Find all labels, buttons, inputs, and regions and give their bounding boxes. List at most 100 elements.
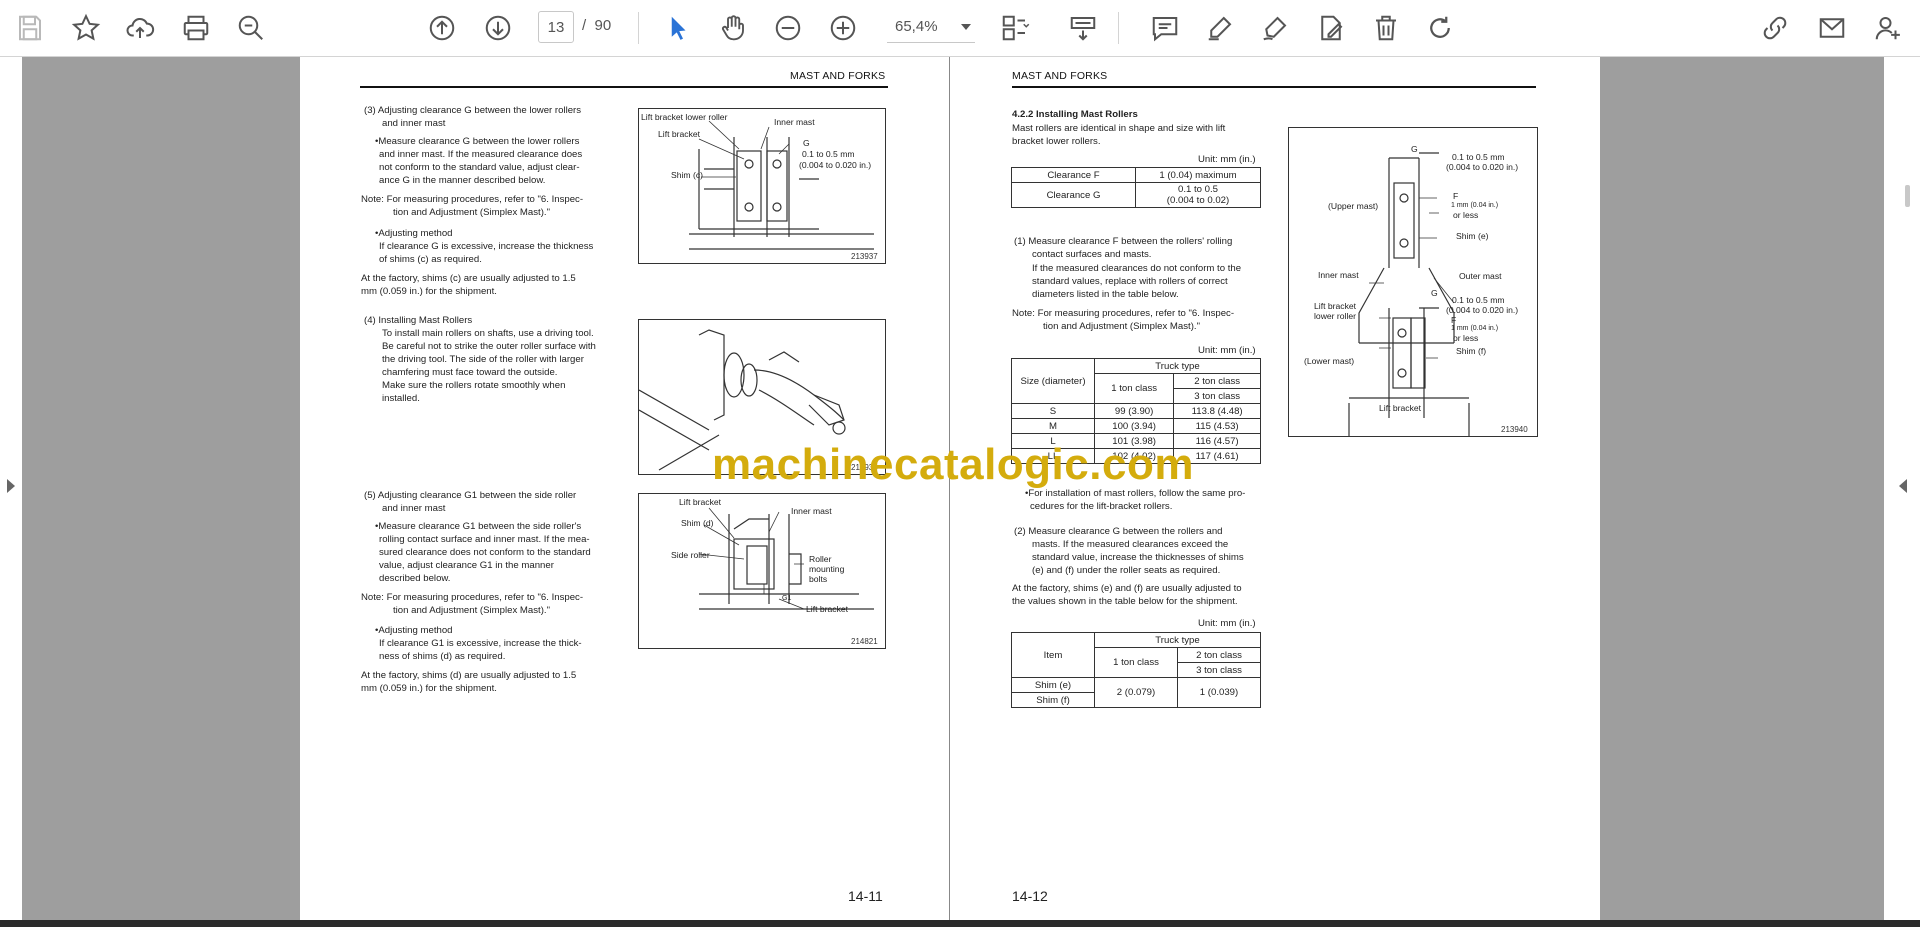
- section-5-adjust-line: ness of shims (d) as required.: [379, 651, 506, 662]
- watermark: machinecatalogic.com: [712, 440, 1194, 489]
- table-header: 3 ton class: [1173, 388, 1261, 404]
- page-total-value: 90: [594, 17, 612, 34]
- toolbar: 13 / 90 65,4%: [0, 0, 1920, 57]
- factory-line: At the factory, shims (e) and (f) are us…: [1012, 583, 1242, 594]
- edit-pdf-icon[interactable]: [1311, 8, 1351, 48]
- table-header: 3 ton class: [1177, 662, 1261, 678]
- label-outer-mast: Outer mast: [1459, 271, 1502, 281]
- previous-page-arrow-icon[interactable]: [7, 479, 15, 493]
- share-link-icon[interactable]: [1755, 8, 1795, 48]
- label-side-roller: Side roller: [671, 550, 710, 560]
- label-g-2: G: [1431, 288, 1438, 298]
- label-upper-mast: (Upper mast): [1328, 201, 1379, 211]
- label-inner-mast: Inner mast: [1318, 270, 1359, 280]
- table-cell: 99 (3.90): [1093, 403, 1175, 419]
- chevron-down-icon: [961, 24, 971, 30]
- page-layout-icon[interactable]: [995, 8, 1035, 48]
- label-inner-mast: Inner mast: [791, 506, 832, 516]
- clearance-table: Clearance F1 (0.04) maximum Clearance G0…: [1011, 167, 1261, 208]
- table-cell: 0.1 to 0.5 (0.004 to 0.02): [1135, 182, 1261, 208]
- comment-icon[interactable]: [1145, 8, 1185, 48]
- zoom-out-icon[interactable]: [768, 8, 808, 48]
- step-2-line: standard value, increase the thicknesses…: [1032, 552, 1244, 563]
- star-icon[interactable]: [66, 8, 106, 48]
- label-lift-bracket: Lift bracket: [1314, 301, 1357, 311]
- table-cell: 100 (3.94): [1093, 418, 1175, 434]
- table-cell: 2 (0.079): [1094, 677, 1178, 708]
- section-3-line: ance G in the manner described below.: [379, 175, 546, 186]
- label-clearance-mm-2: 0.1 to 0.5 mm: [1452, 295, 1505, 305]
- section-3-title-2: and inner mast: [382, 118, 446, 129]
- section-3-bullet: •Measure clearance G between the lower r…: [375, 136, 580, 147]
- section-3-note: Note: For measuring procedures, refer to…: [361, 194, 584, 205]
- print-icon[interactable]: [176, 8, 216, 48]
- section-5-line: described below.: [379, 573, 451, 584]
- page-up-icon[interactable]: [422, 8, 462, 48]
- section-3-factory: At the factory, shims (c) are usually ad…: [361, 273, 576, 284]
- page-total: / 90: [582, 17, 611, 34]
- step-1-line: diameters listed in the table below.: [1032, 289, 1179, 300]
- step-2-line: masts. If the measured clearances exceed…: [1032, 539, 1229, 550]
- page-number-input[interactable]: 13: [538, 11, 574, 43]
- table-cell: Shim (f): [1011, 692, 1095, 708]
- figure-number: 213940: [1501, 425, 1528, 434]
- label-bolts: bolts: [809, 574, 828, 584]
- next-page-arrow-icon[interactable]: [1899, 479, 1907, 493]
- section-title: 4.2.2 Installing Mast Rollers: [1012, 109, 1138, 120]
- page-header: MAST AND FORKS: [790, 70, 886, 82]
- table-cell: 1 (0.04) maximum: [1135, 167, 1261, 183]
- zoom-in-icon[interactable]: [823, 8, 863, 48]
- scroll-mode-icon[interactable]: [1063, 8, 1103, 48]
- section-5-note-2: tion and Adjustment (Simplex Mast).": [393, 605, 550, 616]
- table-cell: 113.8 (4.48): [1173, 403, 1261, 419]
- section-4-line: the driving tool. The side of the roller…: [382, 354, 584, 365]
- unit-label: Unit: mm (in.): [1198, 345, 1256, 356]
- hand-tool-icon[interactable]: [713, 8, 753, 48]
- select-cursor-icon[interactable]: [658, 8, 698, 48]
- table-row: M 100 (3.94) 115 (4.53): [1011, 418, 1261, 434]
- cell-line: 0.1 to 0.5: [1177, 184, 1218, 195]
- vertical-scrollbar-thumb[interactable]: [1905, 185, 1910, 207]
- left-gutter: [0, 57, 22, 920]
- trash-icon[interactable]: [1366, 8, 1406, 48]
- label-clearance-in: (0.004 to 0.020 in.): [799, 160, 872, 170]
- label-g: G: [803, 138, 810, 148]
- section-5-adjust-title: •Adjusting method: [375, 625, 453, 636]
- table-header: Truck type: [1094, 358, 1261, 374]
- section-3-line: and inner mast. If the measured clearanc…: [379, 149, 583, 160]
- mail-icon[interactable]: [1812, 8, 1852, 48]
- page-down-icon[interactable]: [478, 8, 518, 48]
- zoom-select[interactable]: 65,4%: [887, 14, 975, 43]
- section-4-line: Make sure the rollers rotate smoothly wh…: [382, 380, 566, 391]
- label-shim-d: Shim (d): [681, 518, 714, 528]
- cell-line: (0.004 to 0.02): [1166, 195, 1230, 206]
- add-user-icon[interactable]: [1868, 8, 1908, 48]
- save-icon[interactable]: [10, 8, 50, 48]
- redo-icon[interactable]: [1420, 8, 1460, 48]
- table-cell: 115 (4.53): [1173, 418, 1261, 434]
- label-shim-f: Shim (f): [1456, 346, 1487, 356]
- section-3-note-2: tion and Adjustment (Simplex Mast).": [393, 207, 550, 218]
- cloud-upload-icon[interactable]: [120, 8, 160, 48]
- label-mounting: mounting: [809, 564, 845, 574]
- mast-roller-diagram: [1348, 152, 1470, 436]
- label-clearance-in: (0.004 to 0.020 in.): [1446, 162, 1519, 172]
- note-line-2: tion and Adjustment (Simplex Mast).": [1043, 321, 1200, 332]
- section-5-bullet: •Measure clearance G1 between the side r…: [375, 521, 582, 532]
- section-4-line: installed.: [382, 393, 420, 404]
- factory-line-2: the values shown in the table below for …: [1012, 596, 1238, 607]
- section-4-line: Be careful not to strike the outer rolle…: [382, 341, 596, 352]
- label-lower-roller: lower roller: [1314, 311, 1357, 321]
- label-lift-bracket-2: Lift bracket: [1379, 403, 1422, 413]
- draw-sign-icon[interactable]: [1255, 8, 1295, 48]
- table-header: Item: [1011, 632, 1095, 678]
- table-cell: 1 (0.039): [1177, 677, 1261, 708]
- shim-table: Item Truck type 1 ton class 2 ton class 3 …: [1011, 632, 1261, 708]
- zoom-search-icon[interactable]: [231, 8, 271, 48]
- label-inner-mast: Inner mast: [774, 117, 815, 127]
- unit-label: Unit: mm (in.): [1198, 154, 1256, 165]
- label-g1: G1: [782, 595, 792, 602]
- highlight-pen-icon[interactable]: [1200, 8, 1240, 48]
- side-roller-diagram: [698, 507, 874, 610]
- label-or-less: or less: [1453, 210, 1479, 220]
